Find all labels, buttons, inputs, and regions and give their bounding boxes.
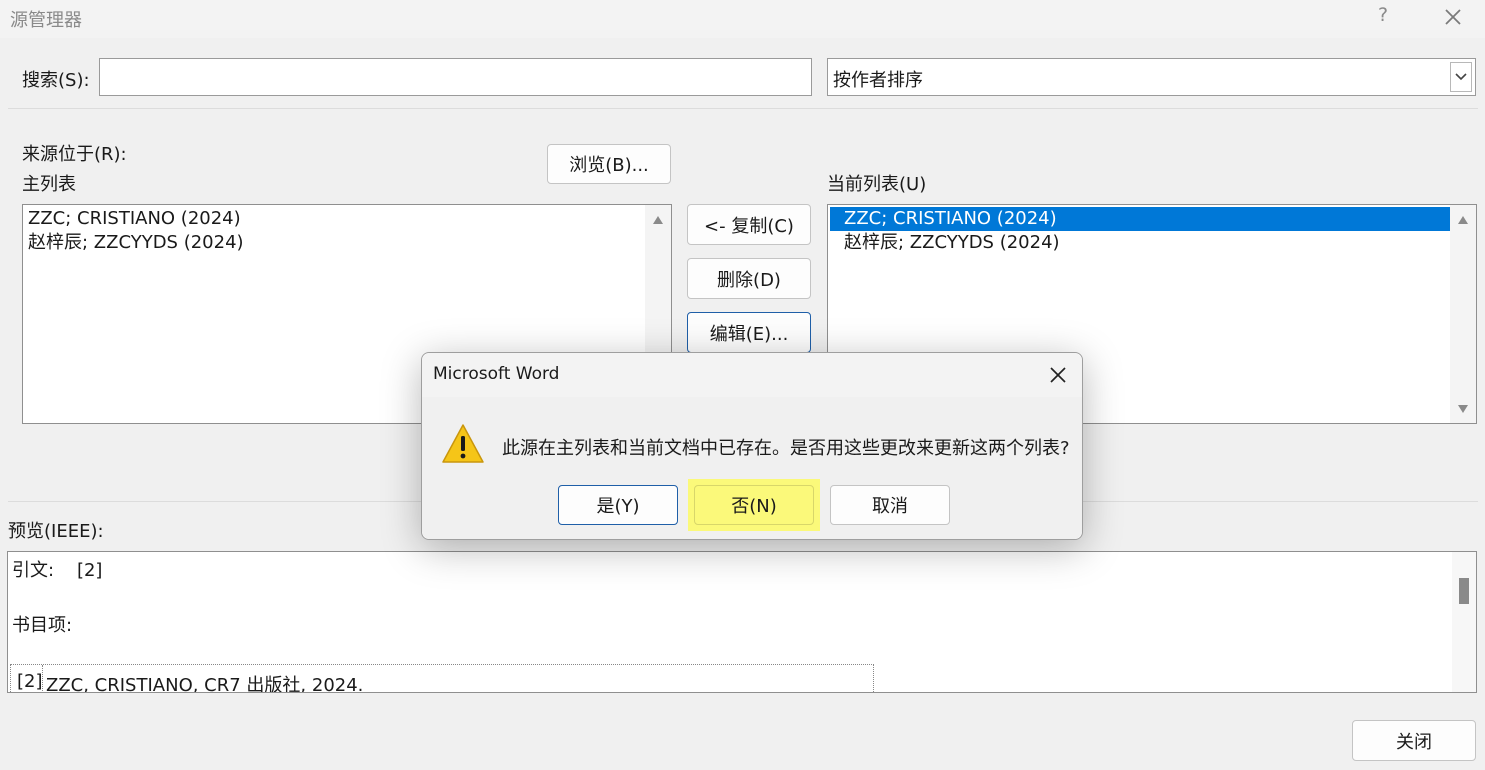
dialog-title: Microsoft Word — [433, 364, 560, 384]
source-location-label: 来源位于(R): — [22, 144, 127, 165]
entry-number: [2] — [17, 671, 43, 692]
edit-button[interactable]: 编辑(E)... — [687, 312, 811, 353]
current-list-item-selected[interactable]: ZZC; CRISTIANO (2024) — [844, 207, 1057, 231]
title-bar — [0, 0, 1485, 38]
scroll-thumb[interactable] — [1459, 578, 1469, 604]
confirm-dialog: Microsoft Word 此源在主列表和当前文档中已存在。是否用这些更改来更… — [421, 352, 1083, 540]
current-list-item[interactable]: 赵梓辰; ZZCYYDS (2024) — [844, 231, 1060, 255]
entry-text: ZZC, CRISTIANO, CR7 出版社, 2024. — [46, 675, 364, 693]
help-button[interactable]: ? — [1372, 4, 1394, 32]
master-list-item[interactable]: ZZC; CRISTIANO (2024) — [28, 207, 241, 231]
preview-label: 预览(IEEE): — [8, 521, 104, 542]
preview-bibliography-label: 书目项: — [12, 615, 73, 636]
preview-box: 引文: [2] 书目项: [2] ZZC, CRISTIANO, CR7 出版社… — [7, 551, 1477, 693]
scroll-up-icon[interactable] — [653, 216, 663, 224]
master-list-label: 主列表 — [22, 174, 76, 195]
dialog-close-button[interactable] — [1046, 363, 1070, 387]
bibliography-entry: [2] ZZC, CRISTIANO, CR7 出版社, 2024. — [10, 664, 874, 693]
dialog-message: 此源在主列表和当前文档中已存在。是否用这些更改来更新这两个列表? — [502, 438, 1070, 459]
delete-button[interactable]: 删除(D) — [687, 258, 811, 299]
close-window-button[interactable] — [1438, 4, 1468, 32]
window-title: 源管理器 — [10, 10, 82, 31]
dialog-body: 此源在主列表和当前文档中已存在。是否用这些更改来更新这两个列表? 是(Y) 否(… — [422, 397, 1082, 539]
no-button[interactable]: 否(N) — [694, 485, 814, 525]
scroll-down-icon[interactable] — [1458, 405, 1468, 413]
close-icon — [1050, 367, 1066, 383]
search-input[interactable] — [99, 58, 812, 96]
close-icon — [1445, 9, 1461, 25]
copy-button[interactable]: <- 复制(C) — [687, 204, 811, 245]
divider — [8, 108, 1478, 109]
search-label: 搜索(S): — [22, 70, 90, 91]
sort-selected-value: 按作者排序 — [833, 70, 923, 91]
chevron-down-icon — [1455, 73, 1467, 81]
current-list-label: 当前列表(U) — [827, 174, 927, 195]
scroll-up-icon[interactable] — [1458, 216, 1468, 224]
browse-button[interactable]: 浏览(B)... — [547, 144, 671, 184]
preview-citation: 引文: [2] — [12, 560, 103, 581]
master-list-item[interactable]: 赵梓辰; ZZCYYDS (2024) — [28, 231, 244, 255]
close-button[interactable]: 关闭 — [1352, 720, 1476, 761]
cancel-button[interactable]: 取消 — [830, 485, 950, 525]
current-list-scrollbar[interactable] — [1450, 205, 1476, 423]
sort-dropdown[interactable]: 按作者排序 — [827, 58, 1476, 96]
warning-icon — [441, 422, 485, 466]
yes-button[interactable]: 是(Y) — [558, 485, 678, 525]
preview-scrollbar[interactable] — [1452, 552, 1476, 692]
entry-separator — [42, 665, 43, 692]
dropdown-button[interactable] — [1450, 62, 1472, 92]
